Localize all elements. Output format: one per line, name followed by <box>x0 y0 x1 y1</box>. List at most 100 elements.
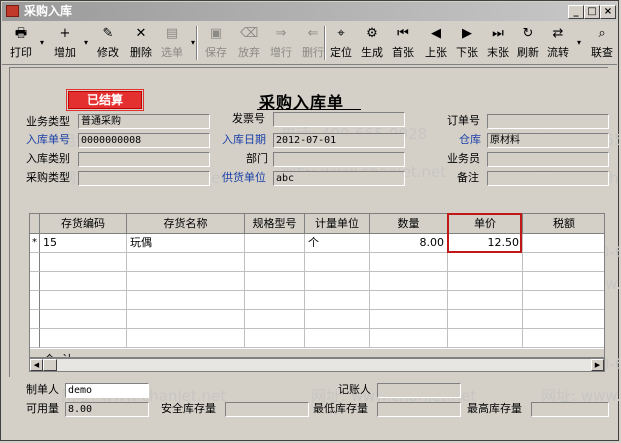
add-button[interactable]: + 增加 <box>50 24 80 62</box>
row-header[interactable] <box>30 329 40 348</box>
save-button[interactable]: ▣ 保存 <box>201 24 231 62</box>
empty-cell-code[interactable] <box>40 253 127 272</box>
empty-cell-qty[interactable] <box>370 310 448 329</box>
toolbar-dropdown-arrow-icon[interactable]: ▾ <box>575 24 583 62</box>
abandon-button-label: 放弃 <box>238 46 260 59</box>
row-header[interactable] <box>30 310 40 329</box>
max-stock-label: 最高库存量 <box>467 402 522 415</box>
table-cell-tax[interactable] <box>523 234 604 253</box>
linked-query-icon: ⌕ <box>598 26 606 41</box>
empty-cell-spec[interactable] <box>245 272 305 291</box>
empty-cell-tax[interactable] <box>523 329 604 348</box>
empty-cell-price[interactable] <box>448 310 523 329</box>
empty-cell-tax[interactable] <box>523 253 604 272</box>
refresh-button[interactable]: ↻ 刷新 <box>513 24 543 62</box>
scroll-thumb[interactable] <box>43 359 57 371</box>
empty-cell-qty[interactable] <box>370 329 448 348</box>
edit-button[interactable]: ✎ 修改 <box>94 24 122 62</box>
empty-cell-name[interactable] <box>127 310 245 329</box>
empty-cell-price[interactable] <box>448 253 523 272</box>
empty-cell-price[interactable] <box>448 272 523 291</box>
table-cell-code[interactable]: 15 <box>40 234 127 253</box>
last-button[interactable]: ⏭ 末张 <box>483 24 513 62</box>
purchase-type-field[interactable] <box>78 171 210 186</box>
table-cell-qty[interactable]: 8.00 <box>370 234 448 253</box>
empty-cell-code[interactable] <box>40 291 127 310</box>
business-type-field[interactable]: 普通采购 <box>78 114 210 129</box>
query-button[interactable]: ⌕ 联查 <box>587 24 617 62</box>
row-header[interactable]: * <box>30 234 40 253</box>
next-record-icon: ▶ <box>462 26 472 41</box>
empty-cell-unit[interactable] <box>305 272 370 291</box>
empty-cell-name[interactable] <box>127 253 245 272</box>
edit-icon: ✎ <box>102 26 114 41</box>
scroll-left-icon[interactable]: ◀ <box>30 359 43 371</box>
salesman-field[interactable] <box>487 152 609 167</box>
empty-cell-code[interactable] <box>40 329 127 348</box>
toolbar-dropdown-arrow-icon[interactable]: ▾ <box>38 24 46 62</box>
empty-cell-name[interactable] <box>127 291 245 310</box>
empty-cell-spec[interactable] <box>245 329 305 348</box>
empty-cell-spec[interactable] <box>245 253 305 272</box>
table-cell-spec[interactable] <box>245 234 305 253</box>
empty-cell-qty[interactable] <box>370 253 448 272</box>
flow-button[interactable]: ⇄ 流转 <box>543 24 573 62</box>
maximize-button[interactable]: □ <box>584 5 600 19</box>
warehouse-label: 仓库 <box>459 133 481 146</box>
print-button[interactable]: 🖶 打印 <box>6 24 36 62</box>
locate-button[interactable]: ⌖ 定位 <box>326 24 356 62</box>
select-button[interactable]: ▤ 选单 <box>157 24 187 62</box>
empty-cell-spec[interactable] <box>245 310 305 329</box>
horizontal-scrollbar[interactable]: ◀ ▶ <box>29 358 605 372</box>
empty-cell-price[interactable] <box>448 291 523 310</box>
receipt-date-field[interactable]: 2012-07-01 <box>273 133 405 148</box>
table-cell-unit[interactable]: 个 <box>305 234 370 253</box>
empty-cell-tax[interactable] <box>523 310 604 329</box>
receipt-date-label: 入库日期 <box>222 133 266 146</box>
empty-cell-name[interactable] <box>127 329 245 348</box>
empty-cell-unit[interactable] <box>305 291 370 310</box>
row-header[interactable] <box>30 253 40 272</box>
next-button[interactable]: ▶ 下张 <box>452 24 482 62</box>
row-header[interactable] <box>30 272 40 291</box>
empty-cell-tax[interactable] <box>523 291 604 310</box>
empty-cell-price[interactable] <box>448 329 523 348</box>
supplier-field[interactable]: abc <box>273 171 405 186</box>
bookkeeper-field <box>377 383 461 398</box>
column-header-tax[interactable]: 税额 <box>523 214 604 234</box>
empty-cell-spec[interactable] <box>245 291 305 310</box>
empty-cell-unit[interactable] <box>305 329 370 348</box>
column-header-code[interactable]: 存货编码 <box>40 214 127 234</box>
remark-field[interactable] <box>487 171 609 186</box>
empty-cell-tax[interactable] <box>523 272 604 291</box>
column-header-spec[interactable]: 规格型号 <box>245 214 305 234</box>
row-header[interactable] <box>30 291 40 310</box>
empty-cell-unit[interactable] <box>305 253 370 272</box>
empty-cell-name[interactable] <box>127 272 245 291</box>
close-button[interactable]: × <box>600 5 616 19</box>
abandon-button[interactable]: ⌫ 放弃 <box>234 24 264 62</box>
minimize-button[interactable]: _ <box>568 5 584 19</box>
empty-cell-unit[interactable] <box>305 310 370 329</box>
generate-button[interactable]: ⚙ 生成 <box>357 24 387 62</box>
addrow-button[interactable]: ⇒ 增行 <box>266 24 296 62</box>
column-header-name[interactable]: 存货名称 <box>127 214 245 234</box>
column-header-unit[interactable]: 计量单位 <box>305 214 370 234</box>
prev-button[interactable]: ◀ 上张 <box>421 24 451 62</box>
department-field[interactable] <box>273 152 405 167</box>
warehouse-field[interactable]: 原材料 <box>487 133 609 148</box>
empty-cell-qty[interactable] <box>370 291 448 310</box>
first-button[interactable]: ⏮ 首张 <box>388 24 418 62</box>
empty-cell-code[interactable] <box>40 310 127 329</box>
order-no-field[interactable] <box>487 114 609 129</box>
scroll-right-icon[interactable]: ▶ <box>591 359 604 371</box>
receipt-no-field[interactable]: 0000000008 <box>78 133 210 148</box>
receipt-category-field[interactable] <box>78 152 210 167</box>
invoice-no-field[interactable] <box>273 112 405 127</box>
column-header-qty[interactable]: 数量 <box>370 214 448 234</box>
empty-cell-code[interactable] <box>40 272 127 291</box>
table-cell-name[interactable]: 玩偶 <box>127 234 245 253</box>
delete-button[interactable]: ✕ 删除 <box>127 24 155 62</box>
empty-cell-qty[interactable] <box>370 272 448 291</box>
toolbar-dropdown-arrow-icon[interactable]: ▾ <box>82 24 90 62</box>
